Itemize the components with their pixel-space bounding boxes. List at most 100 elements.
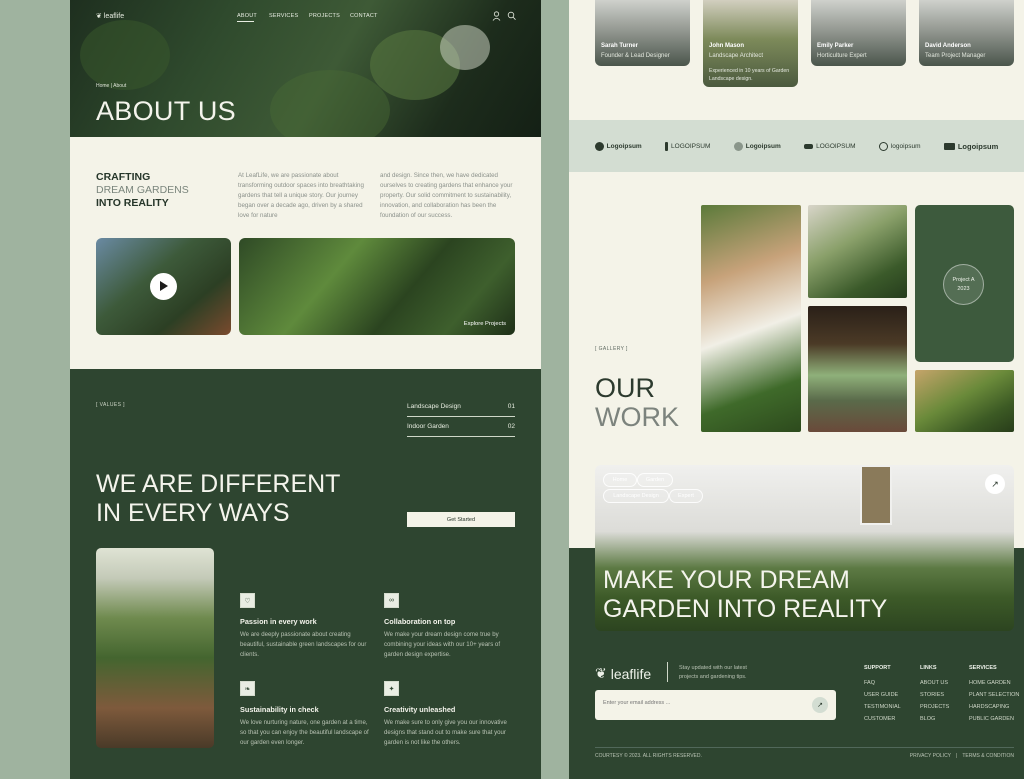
project-image[interactable]: Explore Projects bbox=[239, 238, 515, 335]
user-icon[interactable] bbox=[492, 11, 501, 21]
footer-link[interactable]: HARDSCAPING bbox=[969, 704, 1019, 710]
garden-image bbox=[96, 548, 214, 748]
gallery-image-greenhouse[interactable] bbox=[808, 205, 907, 298]
gallery-project-card[interactable]: Project A 2023 bbox=[915, 205, 1014, 362]
gallery-tag: [ GALLERY ] bbox=[595, 346, 628, 352]
logo-mark-icon bbox=[594, 141, 604, 151]
team-card-featured[interactable]: John Mason Landscape Architect Experienc… bbox=[703, 0, 798, 87]
feature-title: Creativity unleashed bbox=[384, 705, 456, 714]
feature-description: We make sure to only give you our innova… bbox=[384, 719, 507, 746]
values-title-line-2: IN EVERY WAYS bbox=[96, 499, 290, 527]
team-member-name: David Anderson bbox=[925, 43, 971, 49]
gallery-image-garden[interactable] bbox=[915, 370, 1014, 432]
footer-link[interactable]: PROJECTS bbox=[920, 704, 949, 710]
cta-banner: Home Garden Landscape Design Expert ↗ MA… bbox=[595, 465, 1014, 631]
gallery-title: OUR WORK bbox=[595, 374, 679, 432]
about-page: ❦ leaflife ABOUT SERVICES PROJECTS CONTA… bbox=[70, 0, 541, 779]
footer-link[interactable]: ABOUT US bbox=[920, 680, 949, 686]
footer-link[interactable]: HOME GARDEN bbox=[969, 680, 1019, 686]
intro-heading-line-2: DREAM GARDENS bbox=[96, 184, 189, 196]
arrow-up-right-icon[interactable]: ↗ bbox=[812, 697, 828, 713]
values-title: WE ARE DIFFERENT IN EVERY WAYS bbox=[96, 470, 396, 528]
footer-divider-line bbox=[595, 747, 1014, 748]
footer-link[interactable]: BLOG bbox=[920, 716, 949, 722]
nav-about[interactable]: ABOUT bbox=[237, 13, 257, 19]
team-member-role: Landscape Architect bbox=[709, 53, 764, 59]
team-card[interactable]: Sarah Turner Founder & Lead Designer bbox=[595, 0, 690, 66]
footer-link[interactable]: PLANT SELECTION bbox=[969, 692, 1019, 698]
leaf-icon: ❦ bbox=[96, 13, 102, 20]
nav-services[interactable]: SERVICES bbox=[269, 13, 298, 19]
team-member-role: Founder & Lead Designer bbox=[601, 53, 670, 59]
play-icon bbox=[160, 281, 168, 291]
team-member-name: Sarah Turner bbox=[601, 43, 638, 49]
legal-links: PRIVACY POLICY | TERMS & CONDITION bbox=[910, 753, 1014, 759]
logo-mark-icon bbox=[733, 141, 743, 151]
explore-projects-link[interactable]: Explore Projects bbox=[464, 321, 506, 327]
team-member-name: John Mason bbox=[709, 43, 745, 49]
footer-link[interactable]: STORIES bbox=[920, 692, 949, 698]
page-title: ABOUT US bbox=[96, 96, 236, 126]
team-member-note: Experienced in 10 years of Garden Landsc… bbox=[709, 68, 790, 82]
team-card[interactable]: David Anderson Team Project Manager bbox=[919, 0, 1014, 66]
footer-link[interactable]: FAQ bbox=[864, 680, 901, 686]
footer-link[interactable]: USER GUIDE bbox=[864, 692, 901, 698]
arrow-up-right-icon[interactable]: ↗ bbox=[985, 474, 1005, 494]
partner-logo: LOGOIPSUM bbox=[665, 141, 710, 151]
gallery-image-painter[interactable] bbox=[701, 205, 801, 432]
email-input[interactable] bbox=[603, 700, 803, 706]
value-row-indoor[interactable]: Indoor Garden 02 bbox=[407, 416, 515, 437]
values-tag: [ VALUES ] bbox=[96, 402, 125, 408]
value-row-label: Indoor Garden bbox=[407, 422, 449, 430]
gallery-title-line-2: WORK bbox=[595, 402, 679, 432]
team-card[interactable]: Emily Parker Horticulture Expert bbox=[811, 0, 906, 66]
feature-description: We love nurturing nature, one garden at … bbox=[240, 719, 369, 746]
tag-chip[interactable]: Home bbox=[603, 473, 637, 487]
footer-link[interactable]: CUSTOMER bbox=[864, 716, 901, 722]
banner-title-line-2: GARDEN INTO REALITY bbox=[603, 595, 888, 623]
footer-column-heading: SERVICES bbox=[969, 665, 997, 671]
project-year: 2023 bbox=[957, 286, 970, 292]
value-row-number: 02 bbox=[507, 422, 515, 430]
footer-divider bbox=[667, 662, 668, 682]
partner-logo: Logoipsum bbox=[943, 142, 998, 151]
intro-paragraph-2: and design. Since then, we have dedicate… bbox=[380, 172, 513, 219]
nav-projects[interactable]: PROJECTS bbox=[309, 13, 340, 19]
partner-logo-text: Logoipsum bbox=[745, 142, 781, 150]
partner-logo: logoipsum bbox=[878, 141, 921, 151]
team-member-role: Team Project Manager bbox=[925, 53, 986, 59]
footer-link[interactable]: TESTIMONIAL bbox=[864, 704, 901, 710]
intro-heading: CRAFTING DREAM GARDENS INTO REALITY bbox=[96, 171, 216, 210]
intro-heading-line-1: CRAFTING bbox=[96, 171, 151, 183]
newsletter-form: ↗ bbox=[595, 690, 836, 720]
partner-logo: Logoipsum bbox=[594, 141, 642, 151]
value-row-landscape[interactable]: Landscape Design 01 bbox=[407, 396, 515, 417]
nav-contact[interactable]: CONTACT bbox=[350, 13, 378, 19]
work-page: Sarah Turner Founder & Lead Designer Joh… bbox=[569, 0, 1024, 779]
footer-logo[interactable]: ❦ leaflife bbox=[595, 665, 651, 682]
project-badge[interactable]: Project A 2023 bbox=[943, 264, 984, 305]
tag-chip[interactable]: Garden bbox=[637, 473, 673, 487]
logo-mark-icon bbox=[804, 143, 814, 149]
breadcrumb[interactable]: Home | About bbox=[96, 83, 126, 89]
footer-tagline: Stay updated with our latest projects an… bbox=[679, 665, 747, 680]
footer-brand-name: leaflife bbox=[610, 665, 652, 682]
tag-chip[interactable]: Landscape Design bbox=[603, 489, 669, 503]
search-icon[interactable] bbox=[507, 11, 516, 21]
banner-window bbox=[860, 465, 892, 525]
brand-logo[interactable]: ❦ leaflife bbox=[96, 12, 124, 21]
logo-mark-icon bbox=[943, 142, 955, 150]
values-title-line-1: WE ARE DIFFERENT bbox=[96, 470, 341, 498]
terms-link[interactable]: TERMS & CONDITION bbox=[962, 753, 1014, 759]
sparkle-icon: ✦ bbox=[384, 681, 399, 696]
tag-chip[interactable]: Expert bbox=[669, 489, 703, 503]
copyright: COURTESY © 2023. ALL RIGHTS RESERVED. bbox=[595, 753, 702, 759]
get-started-button[interactable]: Get Started bbox=[407, 512, 515, 527]
privacy-policy-link[interactable]: PRIVACY POLICY bbox=[910, 753, 951, 759]
footer-link[interactable]: PUBLIC GARDEN bbox=[969, 716, 1019, 722]
footer-column-heading: SUPPORT bbox=[864, 665, 891, 671]
gallery-image-archway[interactable] bbox=[808, 306, 907, 432]
video-thumbnail[interactable] bbox=[96, 238, 231, 335]
feature-title: Passion in every work bbox=[240, 617, 317, 626]
leaf-icon: ❧ bbox=[240, 681, 255, 696]
